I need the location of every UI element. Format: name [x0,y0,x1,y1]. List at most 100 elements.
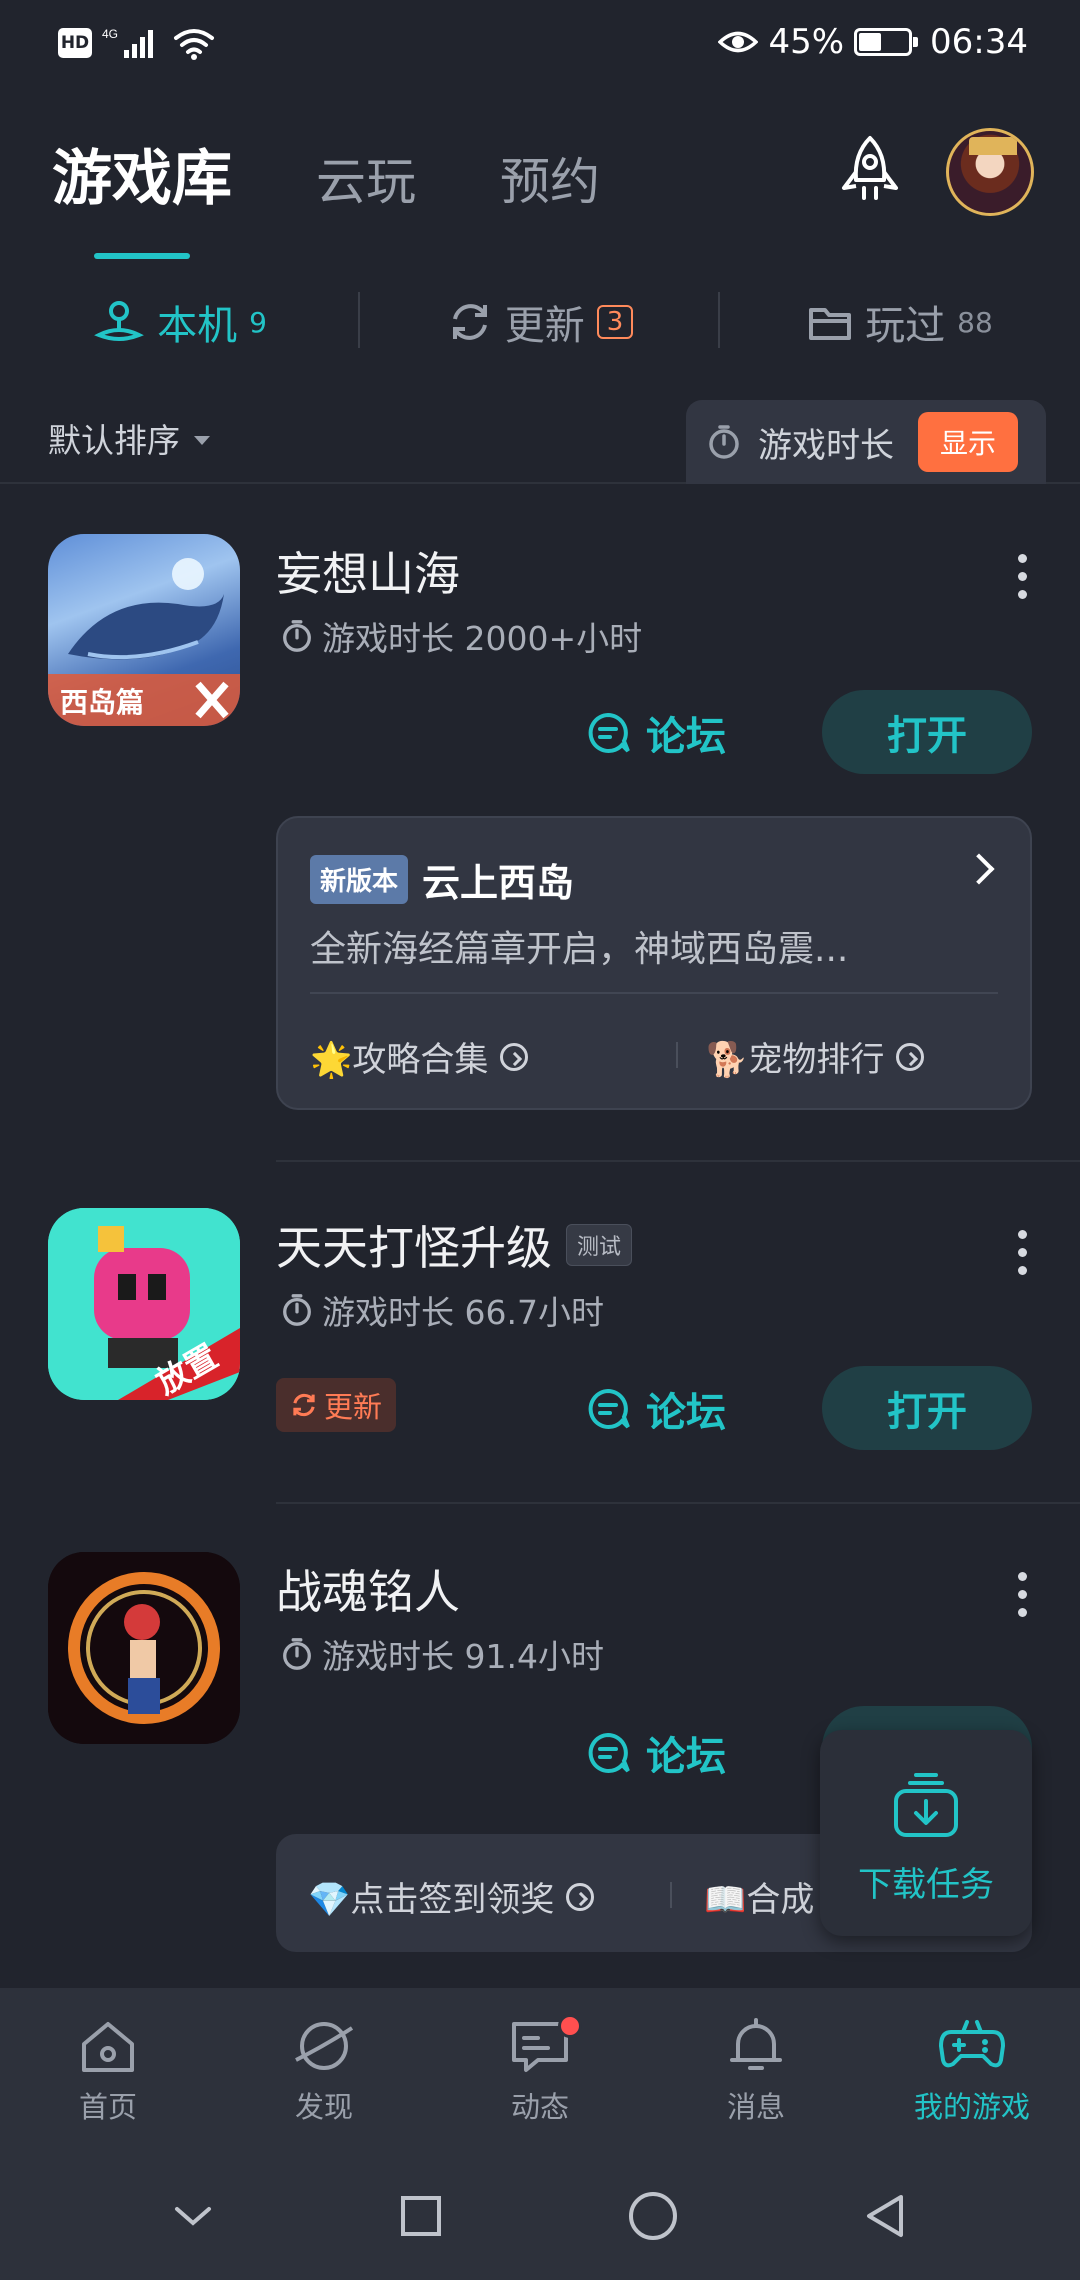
news-description: 全新海经篇章开启，神域西岛震... [310,929,849,970]
filter-local-label: 本机 [157,303,238,349]
stopwatch-icon [283,1294,311,1326]
chevron-right-icon [963,853,995,885]
filter-local[interactable]: 本机 9 [0,288,360,356]
game-icon[interactable] [48,1552,240,1744]
system-nav-bar [0,2152,1080,2280]
status-left: HD 4G [58,26,216,60]
divider [276,1502,1080,1504]
sort-row: 默认排序 游戏时长 显示 [0,400,1080,484]
stopwatch-icon [709,425,739,459]
notification-dot [558,2014,582,2038]
status-right: 45% 06:34 [718,22,1028,62]
top-tabs: 游戏库 云玩 预约 [52,130,600,259]
whale-illustration: 西岛篇 [48,558,240,726]
stopwatch-icon [283,620,311,652]
sign-in-reward-link[interactable]: 💎点击签到领奖 [308,1872,595,1921]
forum-button[interactable]: 论坛 [584,704,726,762]
nav-my-games[interactable]: 我的游戏 [864,1988,1080,2152]
bell-icon [730,2018,782,2070]
forum-icon [588,712,630,753]
planet-icon [295,2022,354,2070]
rocket-icon[interactable] [830,132,910,212]
playtime-label: 游戏时长 [758,425,894,466]
download-tasks-button[interactable]: 下载任务 [820,1730,1032,1936]
divider [676,1042,678,1068]
news-title: 云上西岛 [422,861,575,905]
nav-discover[interactable]: 发现 [216,1988,432,2152]
divider [670,1882,672,1908]
bottom-nav: 首页 发现 动态 消息 我的游戏 [0,1988,1080,2152]
gamepad-icon [939,2020,1005,2068]
battery-percent: 45% [768,22,845,62]
sort-dropdown[interactable]: 默认排序 [48,414,210,462]
game-playtime: 游戏时长 66.7小时 [280,1286,604,1334]
synthesis-link[interactable]: 📖合成 [704,1872,814,1921]
show-playtime-button[interactable]: 显示 [918,412,1019,472]
news-header: 新版本 云上西岛 [310,852,574,907]
download-icon [894,1773,958,1837]
forum-button[interactable]: 论坛 [584,1380,726,1438]
recent-apps-icon[interactable] [397,2192,445,2240]
forum-icon [588,1732,630,1773]
svg-text:西岛篇: 西岛篇 [60,686,144,719]
filter-local-count: 9 [249,305,267,339]
clock: 06:34 [930,22,1028,62]
update-badge[interactable]: 更新 [276,1378,397,1432]
game-title[interactable]: 天天打怪升级 测试 [276,1212,633,1278]
game-title[interactable]: 战魂铭人 [276,1556,460,1622]
wifi-icon [174,29,214,60]
caret-down-icon [194,435,210,445]
chevron-down-icon[interactable] [171,2201,215,2231]
home-icon [82,2022,134,2072]
test-tag: 测试 [566,1224,633,1266]
new-version-tag: 新版本 [310,855,409,904]
stopwatch-icon [283,1638,311,1670]
back-icon[interactable] [861,2191,909,2241]
status-bar: HD 4G 45% 06:34 [0,0,1080,96]
filter-played-label: 玩过 [865,303,946,349]
folder-icon [809,308,852,340]
forum-button[interactable]: 论坛 [584,1724,726,1782]
more-options-icon[interactable] [1010,1230,1034,1275]
news-links: 🌟攻略合集 🐕宠物排行 [310,1032,998,1081]
filter-update-count: 3 [596,305,634,339]
tab-cloud-play[interactable]: 云玩 [316,142,416,214]
news-card[interactable]: 新版本 云上西岛 全新海经篇章开启，神域西岛震... 🌟攻略合集 🐕宠物排行 [276,816,1032,1110]
game-title[interactable]: 妄想山海 [276,538,460,604]
game-playtime: 游戏时长 91.4小时 [280,1630,604,1678]
open-button[interactable]: 打开 [822,1366,1032,1450]
signal-icon: 4G [102,27,153,58]
tab-reservation[interactable]: 预约 [500,142,600,214]
more-options-icon[interactable] [1010,1572,1034,1617]
divider [310,992,998,994]
filter-update-label: 更新 [504,303,585,349]
circle-arrow-icon [896,1042,925,1071]
more-options-icon[interactable] [1010,554,1034,599]
filter-update[interactable]: 更新 3 [360,288,720,356]
guide-collection-link[interactable]: 🌟攻略合集 [310,1032,529,1081]
game-icon[interactable]: 西岛篇 [48,534,240,726]
filter-row: 本机 9 更新 3 玩过 88 [0,288,1080,356]
playtime-toggle: 游戏时长 显示 [686,400,1046,484]
game-icon[interactable]: 放置 [48,1208,240,1400]
nav-messages[interactable]: 消息 [648,1988,864,2152]
download-tasks-label: 下载任务 [858,1865,994,1905]
nav-home[interactable]: 首页 [0,1988,216,2152]
nav-feed[interactable]: 动态 [432,1988,648,2152]
open-button[interactable]: 打开 [822,690,1032,774]
divider [276,1160,1080,1162]
circle-arrow-icon [566,1882,595,1911]
sort-label: 默认排序 [48,421,180,460]
home-circle-icon[interactable] [627,2190,679,2242]
tab-game-library[interactable]: 游戏库 [52,130,232,259]
filter-played[interactable]: 玩过 88 [720,288,1080,356]
avatar[interactable] [946,128,1034,216]
filter-played-count: 88 [957,305,993,339]
local-device-icon [94,301,144,341]
refresh-icon [452,304,487,340]
forum-icon [588,1388,630,1429]
hd-badge: HD [58,28,92,58]
active-tab-indicator [94,253,190,259]
pet-ranking-link[interactable]: 🐕宠物排行 [706,1032,925,1081]
refresh-icon [293,1393,315,1417]
